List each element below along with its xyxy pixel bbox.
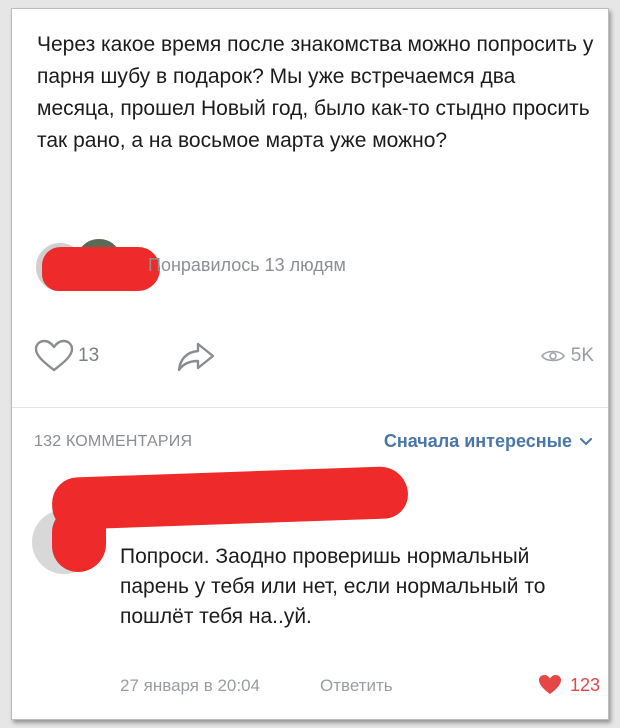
post-card: Через какое время после знакомства можно…: [11, 8, 609, 720]
comment-meta: 27 января в 20:04 Ответить 123: [120, 672, 600, 700]
comment-like-button[interactable]: 123: [538, 674, 600, 696]
likers-row[interactable]: Понравилось 13 людям: [34, 237, 434, 297]
heart-icon[interactable]: [34, 339, 74, 373]
comment-item: Попроси. Заодно проверишь нормальный пар…: [12, 464, 608, 714]
share-icon[interactable]: [176, 341, 216, 373]
post-actions: 13 5K: [34, 339, 594, 379]
sort-label: Сначала интересные: [383, 431, 572, 451]
eye-icon: [540, 350, 565, 362]
likes-count: 13: [78, 345, 100, 366]
chevron-down-icon: [580, 437, 592, 445]
likers-text: Понравилось 13 людям: [148, 255, 346, 275]
reply-button[interactable]: Ответить: [320, 676, 393, 696]
comment-likes-count: 123: [569, 674, 600, 695]
sort-dropdown[interactable]: Сначала интересные: [384, 431, 592, 452]
comment-date: 27 января в 20:04: [120, 676, 261, 695]
post-text: Через какое время после знакомства можно…: [37, 33, 594, 152]
views-counter: 5K: [540, 345, 594, 367]
comments-count: 132 КОММЕНТАРИЯ: [34, 433, 193, 450]
views-count: 5K: [570, 345, 594, 366]
redaction-mark: [52, 508, 106, 572]
heart-filled-icon: [538, 675, 561, 694]
comment-text: Попроси. Заодно проверишь нормальный пар…: [120, 545, 546, 628]
comments-header: 132 КОММЕНТАРИЯ Сначала интересные: [34, 431, 594, 457]
redaction-mark: [42, 247, 160, 291]
divider: [12, 407, 608, 408]
